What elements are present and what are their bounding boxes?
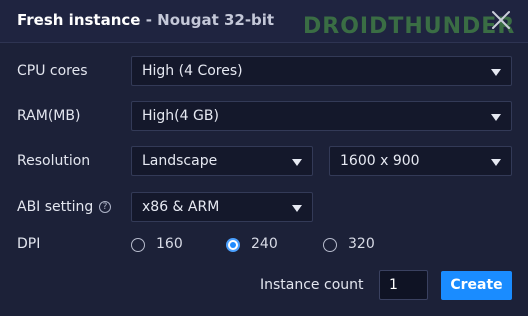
chevron-down-icon [292, 159, 302, 166]
dpi-label: DPI [17, 236, 41, 252]
dpi-radio-160[interactable] [131, 238, 145, 252]
dialog-title-text: Fresh instance [17, 11, 141, 29]
resolution-size-value: 1600 x 900 [340, 153, 420, 169]
dialog-subtitle: - Nougat 32-bit [145, 11, 275, 29]
create-button[interactable]: Create [441, 271, 512, 300]
cpu-cores-label: CPU cores [17, 63, 88, 79]
title-bar: Fresh instance - Nougat 32-bit DROIDTHUN… [0, 0, 528, 43]
dpi-radio-240[interactable] [226, 238, 240, 252]
instance-count-input[interactable]: 1 [379, 270, 428, 300]
ram-value: High(4 GB) [142, 108, 219, 124]
orientation-value: Landscape [142, 153, 218, 169]
chevron-down-icon [292, 205, 302, 212]
orientation-select[interactable]: Landscape [131, 146, 313, 176]
resolution-label: Resolution [17, 153, 91, 169]
abi-setting-label: ABI setting [17, 199, 94, 215]
dialog-title: Fresh instance - Nougat 32-bit [17, 11, 274, 29]
dpi-option-160-label: 160 [156, 236, 183, 252]
ram-select[interactable]: High(4 GB) [131, 101, 512, 131]
ram-label: RAM(MB) [17, 108, 81, 124]
dpi-option-320-label: 320 [348, 236, 375, 252]
fresh-instance-dialog: Fresh instance - Nougat 32-bit DROIDTHUN… [0, 0, 528, 316]
resolution-size-select[interactable]: 1600 x 900 [329, 146, 512, 176]
chevron-down-icon [491, 114, 501, 121]
instance-count-value: 1 [389, 277, 398, 293]
dpi-radio-320[interactable] [323, 238, 337, 252]
dpi-option-240-label: 240 [251, 236, 278, 252]
cpu-cores-select[interactable]: High (4 Cores) [131, 56, 512, 86]
chevron-down-icon [491, 69, 501, 76]
close-icon [492, 11, 510, 29]
chevron-down-icon [491, 159, 501, 166]
help-icon[interactable]: ? [99, 201, 111, 213]
close-button[interactable] [489, 8, 513, 32]
cpu-cores-value: High (4 Cores) [142, 63, 243, 79]
instance-count-label: Instance count [260, 277, 364, 293]
abi-value: x86 & ARM [142, 199, 220, 215]
watermark-logo: DROIDTHUNDER [303, 14, 516, 39]
abi-select[interactable]: x86 & ARM [131, 192, 313, 222]
